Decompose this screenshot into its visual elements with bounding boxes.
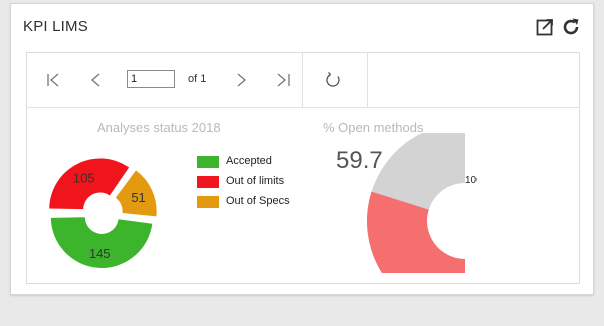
toolbar-separator (302, 53, 303, 107)
donut-data-label-accepted: 145 (89, 246, 111, 261)
legend-label: Out of limits (226, 175, 285, 187)
previous-page-icon[interactable] (85, 69, 107, 91)
open-external-icon[interactable] (534, 16, 556, 38)
page-number-input[interactable] (127, 70, 175, 88)
toolbar-separator (367, 53, 368, 107)
refresh-icon[interactable] (560, 16, 582, 38)
legend-label: Accepted (226, 155, 272, 167)
gauge-tick-label-100: 100 (465, 175, 477, 186)
gauge-value-label: 59.7 (336, 147, 383, 174)
next-page-icon[interactable] (230, 69, 252, 91)
widget-title: KPI LIMS (23, 18, 88, 35)
kpi-lims-widget: KPI LIMS of 1 (10, 3, 594, 295)
legend-swatch (197, 156, 219, 168)
donut-data-label-out-of-limits: 105 (73, 170, 95, 185)
legend-swatch (197, 196, 219, 208)
donut-data-label-out-of-specs: 51 (131, 190, 145, 205)
page-count: of 1 (188, 73, 207, 85)
pager-toolbar: of 1 (27, 53, 579, 108)
last-page-icon[interactable] (272, 69, 294, 91)
first-page-icon[interactable] (43, 69, 65, 91)
analyses-status-donut-chart: 105 51 145 (49, 158, 157, 268)
legend-swatch (197, 176, 219, 188)
legend-label: Out of Specs (226, 195, 290, 207)
report-viewer: of 1 Analyses status 2018 1 (26, 52, 580, 284)
reload-icon[interactable] (322, 69, 344, 91)
donut-chart-title: Analyses status 2018 (97, 120, 221, 135)
